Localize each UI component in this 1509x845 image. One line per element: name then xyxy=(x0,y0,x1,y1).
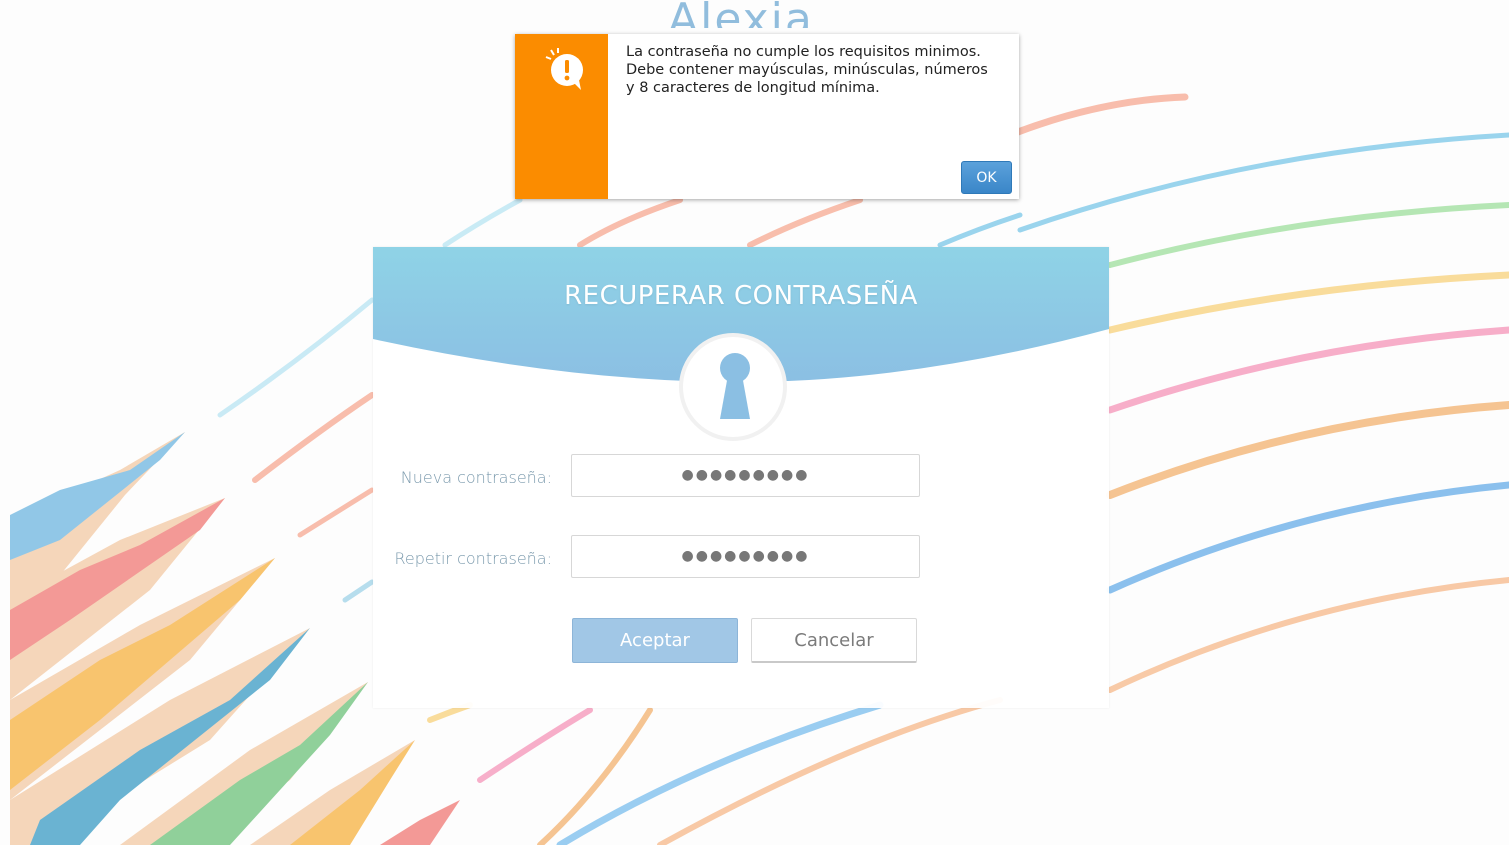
new-password-row: Nueva contraseña: ●●●●●●●●● xyxy=(373,454,1109,498)
new-password-label: Nueva contraseña: xyxy=(400,468,552,487)
alert-message: La contraseña no cumple los requisitos m… xyxy=(626,43,1009,97)
accept-button[interactable]: Aceptar xyxy=(572,618,738,663)
card-title: RECUPERAR CONTRASEÑA xyxy=(564,281,918,311)
repeat-password-row: Repetir contraseña: ●●●●●●●●● xyxy=(373,535,1109,579)
keyhole-icon xyxy=(720,353,750,419)
repeat-password-label: Repetir contraseña: xyxy=(394,549,552,568)
cancel-button[interactable]: Cancelar xyxy=(751,618,917,663)
alert-message-line: Debe contener mayúsculas, minúsculas, nú… xyxy=(626,62,988,78)
recover-password-card: RECUPERAR CONTRASEÑA Nueva contraseña: ●… xyxy=(373,247,1109,708)
exclamation-speech-icon xyxy=(545,48,583,90)
alert-message-line: y 8 caracteres de longitud mínima. xyxy=(626,80,880,96)
login-page: Alexia La contraseña no cumple los requi… xyxy=(0,0,1509,845)
repeat-password-input[interactable]: ●●●●●●●●● xyxy=(571,535,920,578)
alert-body: La contraseña no cumple los requisitos m… xyxy=(608,34,1019,199)
alert-side-panel xyxy=(515,34,608,199)
alert-message-line: La contraseña no cumple los requisitos m… xyxy=(626,44,981,60)
new-password-input[interactable]: ●●●●●●●●● xyxy=(571,454,920,497)
ok-button[interactable]: OK xyxy=(961,161,1012,194)
lock-badge xyxy=(679,333,787,441)
alert-dialog: La contraseña no cumple los requisitos m… xyxy=(515,34,1019,199)
brand-logo: Alexia xyxy=(668,0,814,28)
